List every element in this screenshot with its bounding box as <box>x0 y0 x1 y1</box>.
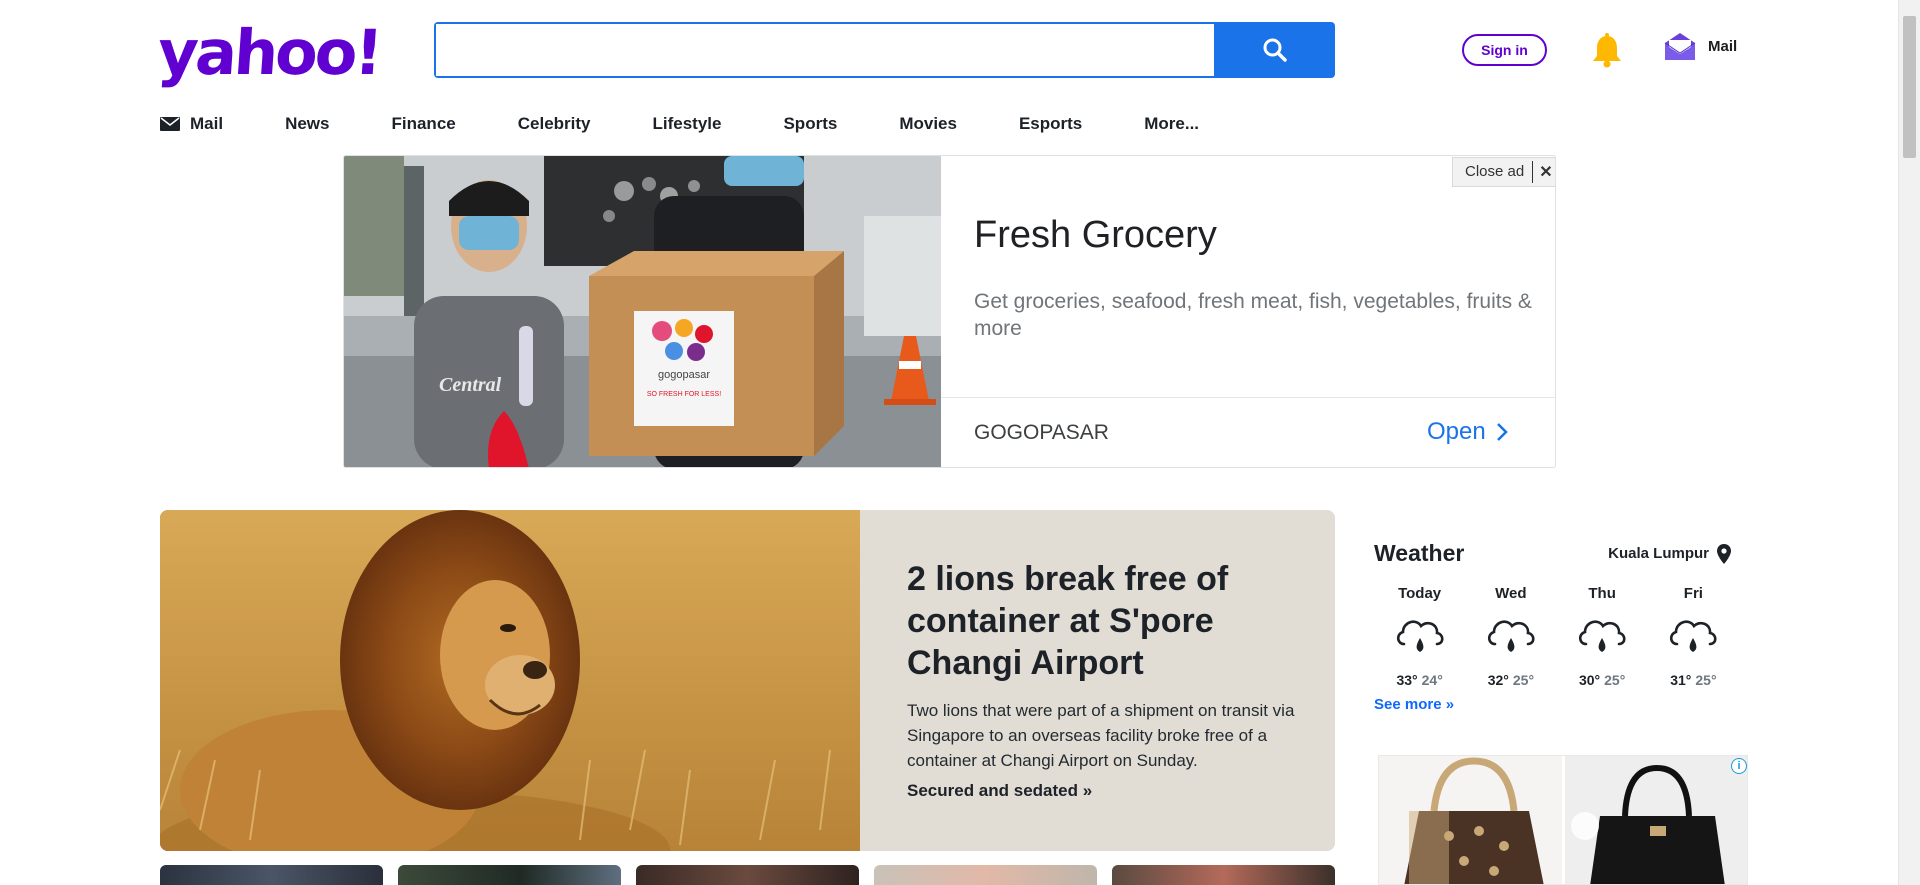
forecast-low: 25° <box>1604 672 1626 688</box>
search-icon <box>1263 38 1287 62</box>
forecast-day[interactable]: Fri 31° 25° <box>1648 585 1739 688</box>
story-thumbnail[interactable] <box>398 865 621 885</box>
story-thumbnail[interactable] <box>874 865 1097 885</box>
nav-item-sports[interactable]: Sports <box>783 114 837 134</box>
mail-button[interactable]: Mail <box>1664 31 1737 61</box>
forecast-day-name: Thu <box>1588 585 1616 602</box>
forecast-day-name: Wed <box>1495 585 1527 602</box>
weather-location: Kuala Lumpur <box>1608 545 1709 562</box>
story-thumbnail[interactable] <box>1112 865 1335 885</box>
header: yahoo! Sign in Mail <box>0 0 1898 100</box>
rain-cloud-icon <box>1579 620 1626 652</box>
forecast-high: 33° <box>1396 672 1418 688</box>
chevron-right-icon <box>1496 423 1508 441</box>
weather-forecast: Today 33° 24° Wed 32° 25° Thu 30° 25° Fr… <box>1374 585 1739 688</box>
ad-banner[interactable]: Central gogopasar SO FRESH FOR LESS! Fre… <box>343 155 1556 468</box>
product-image-handbag-black[interactable] <box>1565 756 1747 884</box>
notifications-button[interactable] <box>1590 33 1624 69</box>
nav-item-mail[interactable]: Mail <box>160 114 223 134</box>
envelope-icon <box>160 117 180 131</box>
ad-open-label: Open <box>1427 418 1486 445</box>
sign-in-button[interactable]: Sign in <box>1462 34 1547 66</box>
main-nav: Mail News Finance Celebrity Lifestyle Sp… <box>160 110 1199 138</box>
lion-photo <box>160 510 860 851</box>
forecast-temps: 31° 25° <box>1670 672 1716 688</box>
ad-title[interactable]: Fresh Grocery <box>974 214 1217 257</box>
weather-see-more-link[interactable]: See more » <box>1374 696 1739 713</box>
forecast-temps: 32° 25° <box>1488 672 1534 688</box>
shirt-print-text: Central <box>439 374 502 396</box>
nav-item-movies[interactable]: Movies <box>899 114 957 134</box>
forecast-low: 24° <box>1421 672 1443 688</box>
ad-brand: GOGOPASAR <box>974 421 1109 444</box>
forecast-day[interactable]: Thu 30° 25° <box>1557 585 1648 688</box>
weather-widget: Weather Kuala Lumpur Today 33° 24° Wed 3… <box>1374 540 1739 713</box>
yahoo-logo[interactable]: yahoo! <box>155 16 382 89</box>
weather-header: Weather Kuala Lumpur <box>1374 540 1739 567</box>
forecast-low: 25° <box>1695 672 1717 688</box>
search-box[interactable] <box>434 22 1215 78</box>
handbag-photo <box>1571 764 1725 884</box>
weather-location-button[interactable]: Kuala Lumpur <box>1608 543 1731 564</box>
box-brand-text: gogopasar <box>658 369 710 381</box>
mail-label: Mail <box>1708 37 1738 55</box>
forecast-high: 30° <box>1578 672 1601 688</box>
forecast-high: 32° <box>1487 672 1509 688</box>
story-thumbnail[interactable] <box>636 865 859 885</box>
product-ad[interactable]: i <box>1378 755 1748 885</box>
hero-headline[interactable]: 2 lions break free of container at S'por… <box>907 558 1297 684</box>
story-thumbnails <box>160 865 1335 885</box>
ad-image[interactable]: Central gogopasar SO FRESH FOR LESS! <box>344 156 941 467</box>
hero-text: 2 lions break free of container at S'por… <box>907 558 1297 801</box>
nav-item-celebrity[interactable]: Celebrity <box>518 114 591 134</box>
rain-cloud-icon <box>1487 620 1535 652</box>
ad-info-icon[interactable]: i <box>1731 758 1747 774</box>
hero-story[interactable]: 2 lions break free of container at S'por… <box>160 510 1335 851</box>
search-button[interactable] <box>1214 22 1335 78</box>
close-ad-label: Close ad <box>1453 161 1534 183</box>
nav-item-esports[interactable]: Esports <box>1019 114 1082 134</box>
forecast-day-name: Today <box>1398 585 1442 602</box>
forecast-low: 25° <box>1512 672 1535 688</box>
close-ad-button[interactable]: Close ad ✕ <box>1452 157 1555 187</box>
rain-cloud-icon <box>1396 620 1444 652</box>
forecast-day[interactable]: Wed 32° 25° <box>1465 585 1556 688</box>
hero-summary: Two lions that were part of a shipment o… <box>907 701 1295 770</box>
weather-title: Weather <box>1374 540 1465 566</box>
nav-label-mail: Mail <box>190 114 224 133</box>
rain-cloud-icon <box>1670 620 1717 652</box>
forecast-temps: 33° 24° <box>1396 672 1442 688</box>
mail-envelope-icon <box>1664 33 1696 60</box>
nav-item-lifestyle[interactable]: Lifestyle <box>652 114 721 134</box>
ad-photo: Central gogopasar SO FRESH FOR LESS! <box>344 156 941 467</box>
forecast-day-name: Fri <box>1683 585 1703 602</box>
ad-divider <box>941 397 1555 398</box>
nav-item-finance[interactable]: Finance <box>391 114 455 134</box>
forecast-high: 31° <box>1670 672 1692 688</box>
ad-open-button[interactable]: Open <box>1427 418 1508 446</box>
page-scrollbar[interactable] <box>1898 0 1920 885</box>
handbag-photo <box>1404 757 1544 884</box>
forecast-day[interactable]: Today 33° 24° <box>1374 585 1465 688</box>
forecast-temps: 30° 25° <box>1579 672 1625 688</box>
nav-item-news[interactable]: News <box>285 114 329 134</box>
box-tagline-text: SO FRESH FOR LESS! <box>647 391 721 398</box>
story-thumbnail[interactable] <box>160 865 383 885</box>
bell-icon <box>1593 33 1621 68</box>
product-image-handbag-brown[interactable] <box>1379 756 1562 884</box>
scrollbar-thumb[interactable] <box>1903 16 1916 158</box>
search-input[interactable] <box>436 24 1215 76</box>
location-pin-icon <box>1717 543 1731 564</box>
nav-item-more[interactable]: More... <box>1144 114 1199 134</box>
hero-read-more-link[interactable]: Secured and sedated » <box>907 781 1297 801</box>
hero-image[interactable] <box>160 510 860 851</box>
close-icon: ✕ <box>1539 164 1553 181</box>
ad-description: Get groceries, seafood, fresh meat, fish… <box>974 290 1532 340</box>
